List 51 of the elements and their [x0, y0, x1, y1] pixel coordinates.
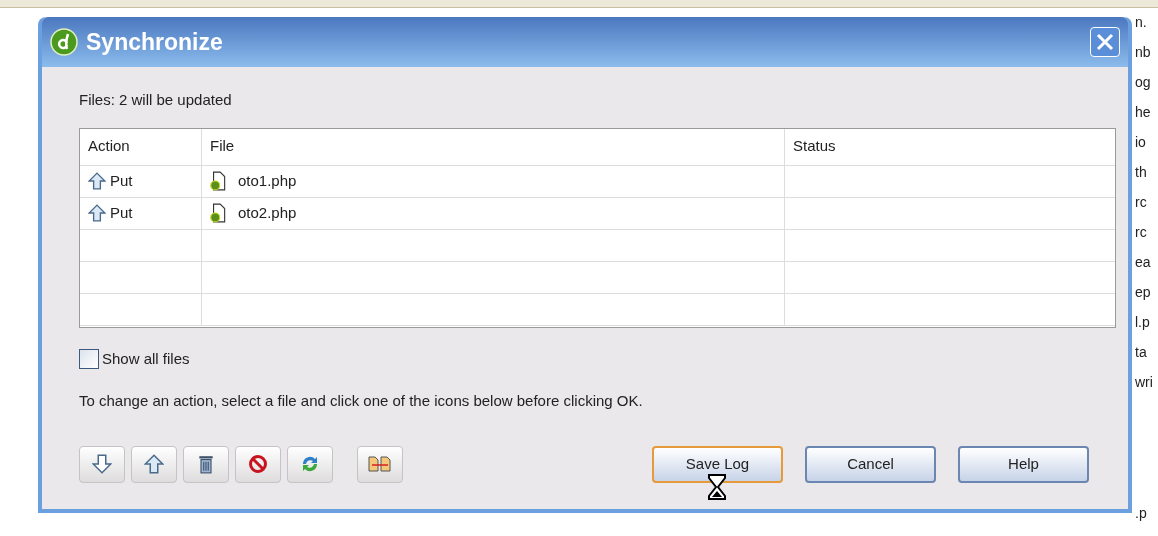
table-cell-text: Put — [110, 170, 133, 191]
trash-icon — [198, 454, 214, 474]
background-text: l.p — [1135, 313, 1151, 332]
background-text: og — [1135, 73, 1152, 92]
column-header[interactable]: Action — [88, 135, 130, 158]
summary-text: Files: 2 will be updated — [79, 90, 233, 110]
background-text: .p — [1135, 504, 1148, 523]
toolbar-button[interactable] — [235, 445, 281, 483]
window-title: Synchronize — [86, 27, 223, 57]
no-entry-icon — [248, 454, 268, 474]
app-logo-icon — [50, 28, 78, 56]
background-text: n. — [1135, 13, 1148, 32]
background-text: rc — [1135, 223, 1148, 242]
close-button[interactable] — [1090, 27, 1120, 57]
close-icon — [1095, 32, 1115, 52]
dialog-button[interactable]: Help — [958, 445, 1089, 483]
table-row[interactable]: Put oto2.php — [80, 197, 1115, 230]
toolbar-button[interactable] — [79, 445, 125, 483]
background-text: ta — [1135, 343, 1148, 362]
compare-files-icon — [368, 454, 392, 474]
checkbox-label: Show all files — [102, 348, 190, 369]
hourglass-cursor-icon — [707, 473, 727, 500]
dialog-button[interactable]: Cancel — [805, 445, 936, 483]
dialog-button[interactable]: Save Log — [652, 445, 783, 483]
background-text: rc — [1135, 193, 1148, 212]
background-text: wri — [1135, 373, 1153, 392]
down-arrow-icon — [92, 454, 112, 474]
background-text: he — [1135, 103, 1152, 122]
background-text: io — [1135, 133, 1147, 152]
toolbar-button[interactable] — [183, 445, 229, 483]
checkbox[interactable] — [79, 348, 99, 369]
background-text: nb — [1135, 43, 1152, 62]
toolbar-button[interactable] — [287, 445, 333, 483]
table-cell-text: oto1.php — [238, 170, 297, 191]
table-cell-text: Put — [110, 202, 133, 223]
table-row[interactable]: Put oto1.php — [80, 165, 1115, 198]
php-file-icon — [210, 171, 226, 191]
up-arrow-icon — [144, 454, 164, 474]
toolbar-button[interactable] — [357, 445, 403, 483]
up-arrow-icon — [88, 204, 106, 222]
column-header[interactable]: Status — [793, 135, 836, 158]
background-text: ea — [1135, 253, 1152, 272]
background-text: ep — [1135, 283, 1152, 302]
refresh-icon — [300, 454, 320, 474]
php-file-icon — [210, 203, 226, 223]
up-arrow-icon — [88, 172, 106, 190]
table-cell-text: oto2.php — [238, 202, 297, 223]
column-header[interactable]: File — [210, 135, 235, 158]
instruction-text: To change an action, select a file and click one of the icons below before clicking OK. — [79, 391, 644, 411]
toolbar-button[interactable] — [131, 445, 177, 483]
background-text: th — [1135, 163, 1148, 182]
